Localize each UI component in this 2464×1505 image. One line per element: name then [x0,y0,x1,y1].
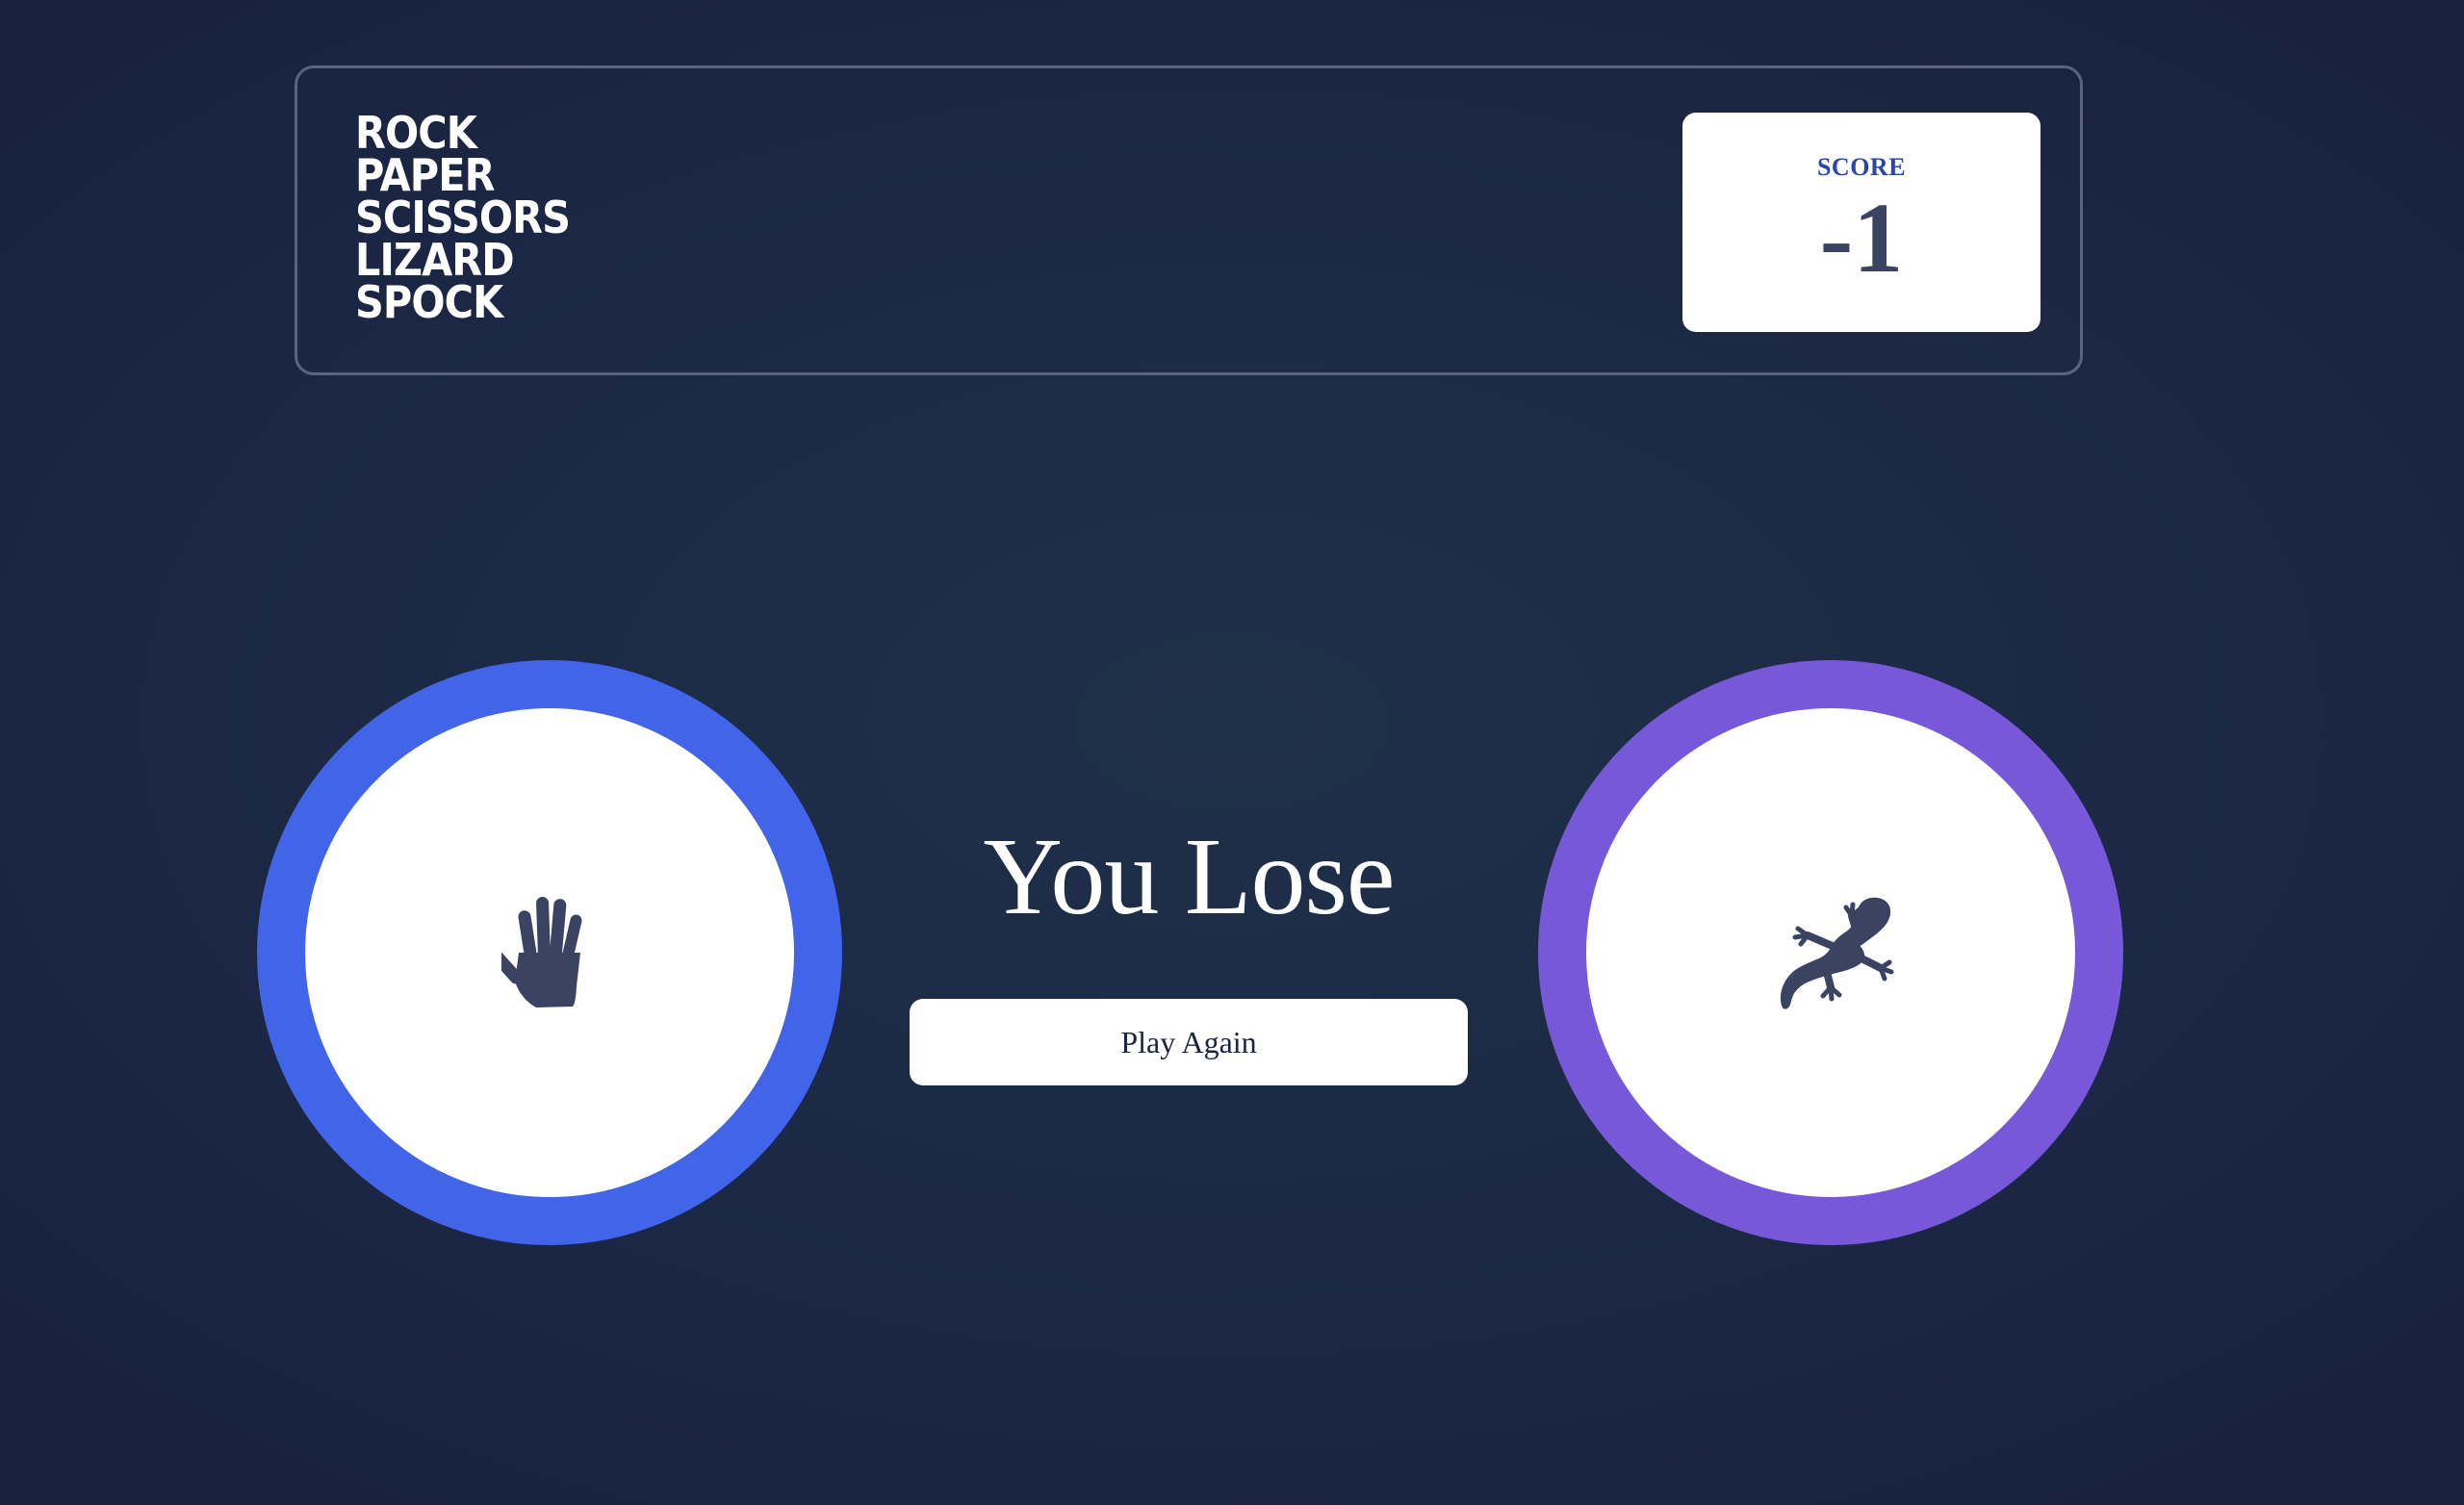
score-value: -1 [1819,183,1904,293]
game-header: ROCK PAPER SCISSORS LIZARD SPOCK SCORE -… [295,65,2083,375]
logo-line-scissors: SCISSORS [355,191,571,243]
play-again-button[interactable]: Play Again [910,999,1468,1085]
logo-line-paper: PAPER [355,149,495,201]
game-logo: ROCK PAPER SCISSORS LIZARD SPOCK [355,107,571,328]
result-text: You Lose [983,815,1395,937]
player-pick-token [257,660,842,1245]
lizard-icon [1780,897,1894,1009]
logo-line-rock: ROCK [355,107,477,159]
house-pick-token [1538,660,2123,1245]
logo-line-spock: SPOCK [355,276,503,328]
score-box: SCORE -1 [1682,113,2040,332]
paper-hand-icon [501,896,582,1008]
logo-line-lizard: LIZARD [355,234,515,286]
score-label: SCORE [1816,153,1907,181]
